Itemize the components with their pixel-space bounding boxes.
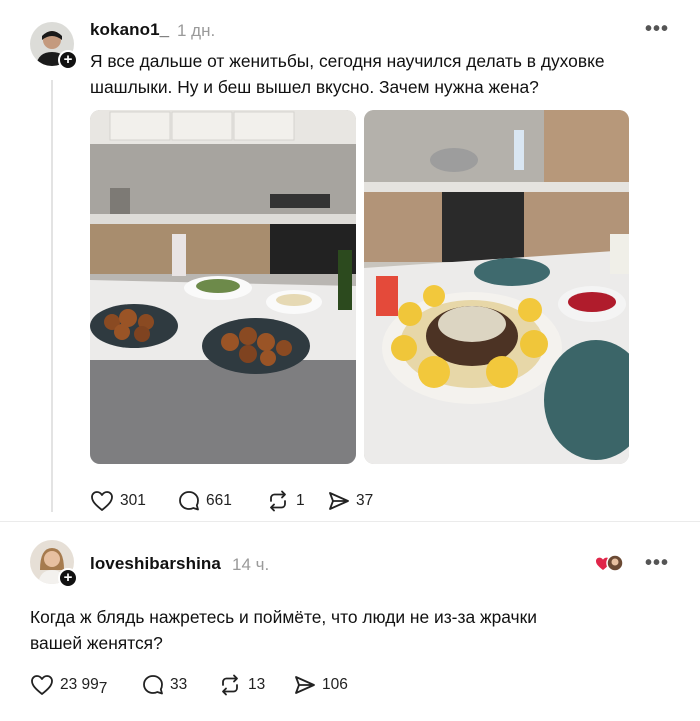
reply-more-icon[interactable]: ••• bbox=[645, 552, 669, 575]
reply-like-count-suffix: 7 bbox=[98, 680, 108, 697]
heart-icon bbox=[91, 491, 113, 511]
reply-follow-button[interactable]: + bbox=[58, 568, 78, 588]
reply-time: 14 ч. bbox=[232, 555, 270, 574]
comment-icon bbox=[179, 491, 199, 511]
post-username[interactable]: kokano1_ bbox=[90, 20, 169, 40]
reply-text-line-1: Когда ж блядь нажретесь и поймёте, что л… bbox=[30, 607, 537, 627]
repost-count: 1 bbox=[296, 492, 305, 509]
reply-text-line-2: вашей женятся? bbox=[30, 633, 163, 653]
share-icon bbox=[295, 676, 315, 694]
reply-like-count: 23 99 bbox=[60, 676, 99, 693]
thread-line bbox=[51, 80, 53, 512]
comment-icon bbox=[143, 675, 163, 695]
reply-username[interactable]: loveshibarshina bbox=[90, 554, 221, 574]
comment-button[interactable]: 661 bbox=[178, 490, 266, 512]
liked-by-author-badge bbox=[595, 554, 624, 574]
repost-icon bbox=[222, 674, 238, 696]
follow-button[interactable]: + bbox=[58, 50, 78, 70]
share-button[interactable]: 37 bbox=[328, 490, 373, 512]
share-count: 37 bbox=[356, 492, 374, 509]
reply-share-button[interactable]: 106 bbox=[294, 674, 348, 696]
reply-comment-button[interactable]: 33 bbox=[142, 674, 218, 696]
reply-comment-count: 33 bbox=[170, 676, 188, 693]
post-text-line-2: шашлыки. Ну и беш вышел вкусно. Зачем ну… bbox=[90, 77, 539, 97]
heart-icon bbox=[31, 675, 53, 695]
reply-repost-button[interactable]: 13 bbox=[218, 674, 294, 696]
reply-repost-count: 13 bbox=[248, 676, 266, 693]
reply-actions: 23 99 7 33 13 106 bbox=[30, 674, 348, 697]
comment-count: 661 bbox=[206, 492, 232, 509]
divider bbox=[0, 521, 700, 522]
post-actions: 301 661 1 37 bbox=[90, 490, 373, 512]
like-count: 301 bbox=[120, 492, 146, 509]
repost-button[interactable]: 1 bbox=[266, 490, 328, 512]
post-text-line-1: Я все дальше от женитьбы, сегодня научил… bbox=[90, 51, 605, 71]
reply-like-button[interactable]: 23 99 7 bbox=[30, 674, 142, 697]
avatar[interactable]: + bbox=[30, 22, 78, 70]
share-icon bbox=[329, 492, 349, 510]
reply-share-count: 106 bbox=[322, 676, 348, 693]
repost-icon bbox=[270, 490, 286, 512]
post-time: 1 дн. bbox=[177, 21, 216, 40]
reply-avatar[interactable]: + bbox=[30, 540, 78, 588]
more-icon[interactable]: ••• bbox=[645, 18, 669, 41]
like-button[interactable]: 301 bbox=[90, 490, 178, 512]
post-photo-shashlik[interactable] bbox=[90, 110, 356, 464]
post-photo-beshbarmak[interactable] bbox=[364, 110, 629, 464]
